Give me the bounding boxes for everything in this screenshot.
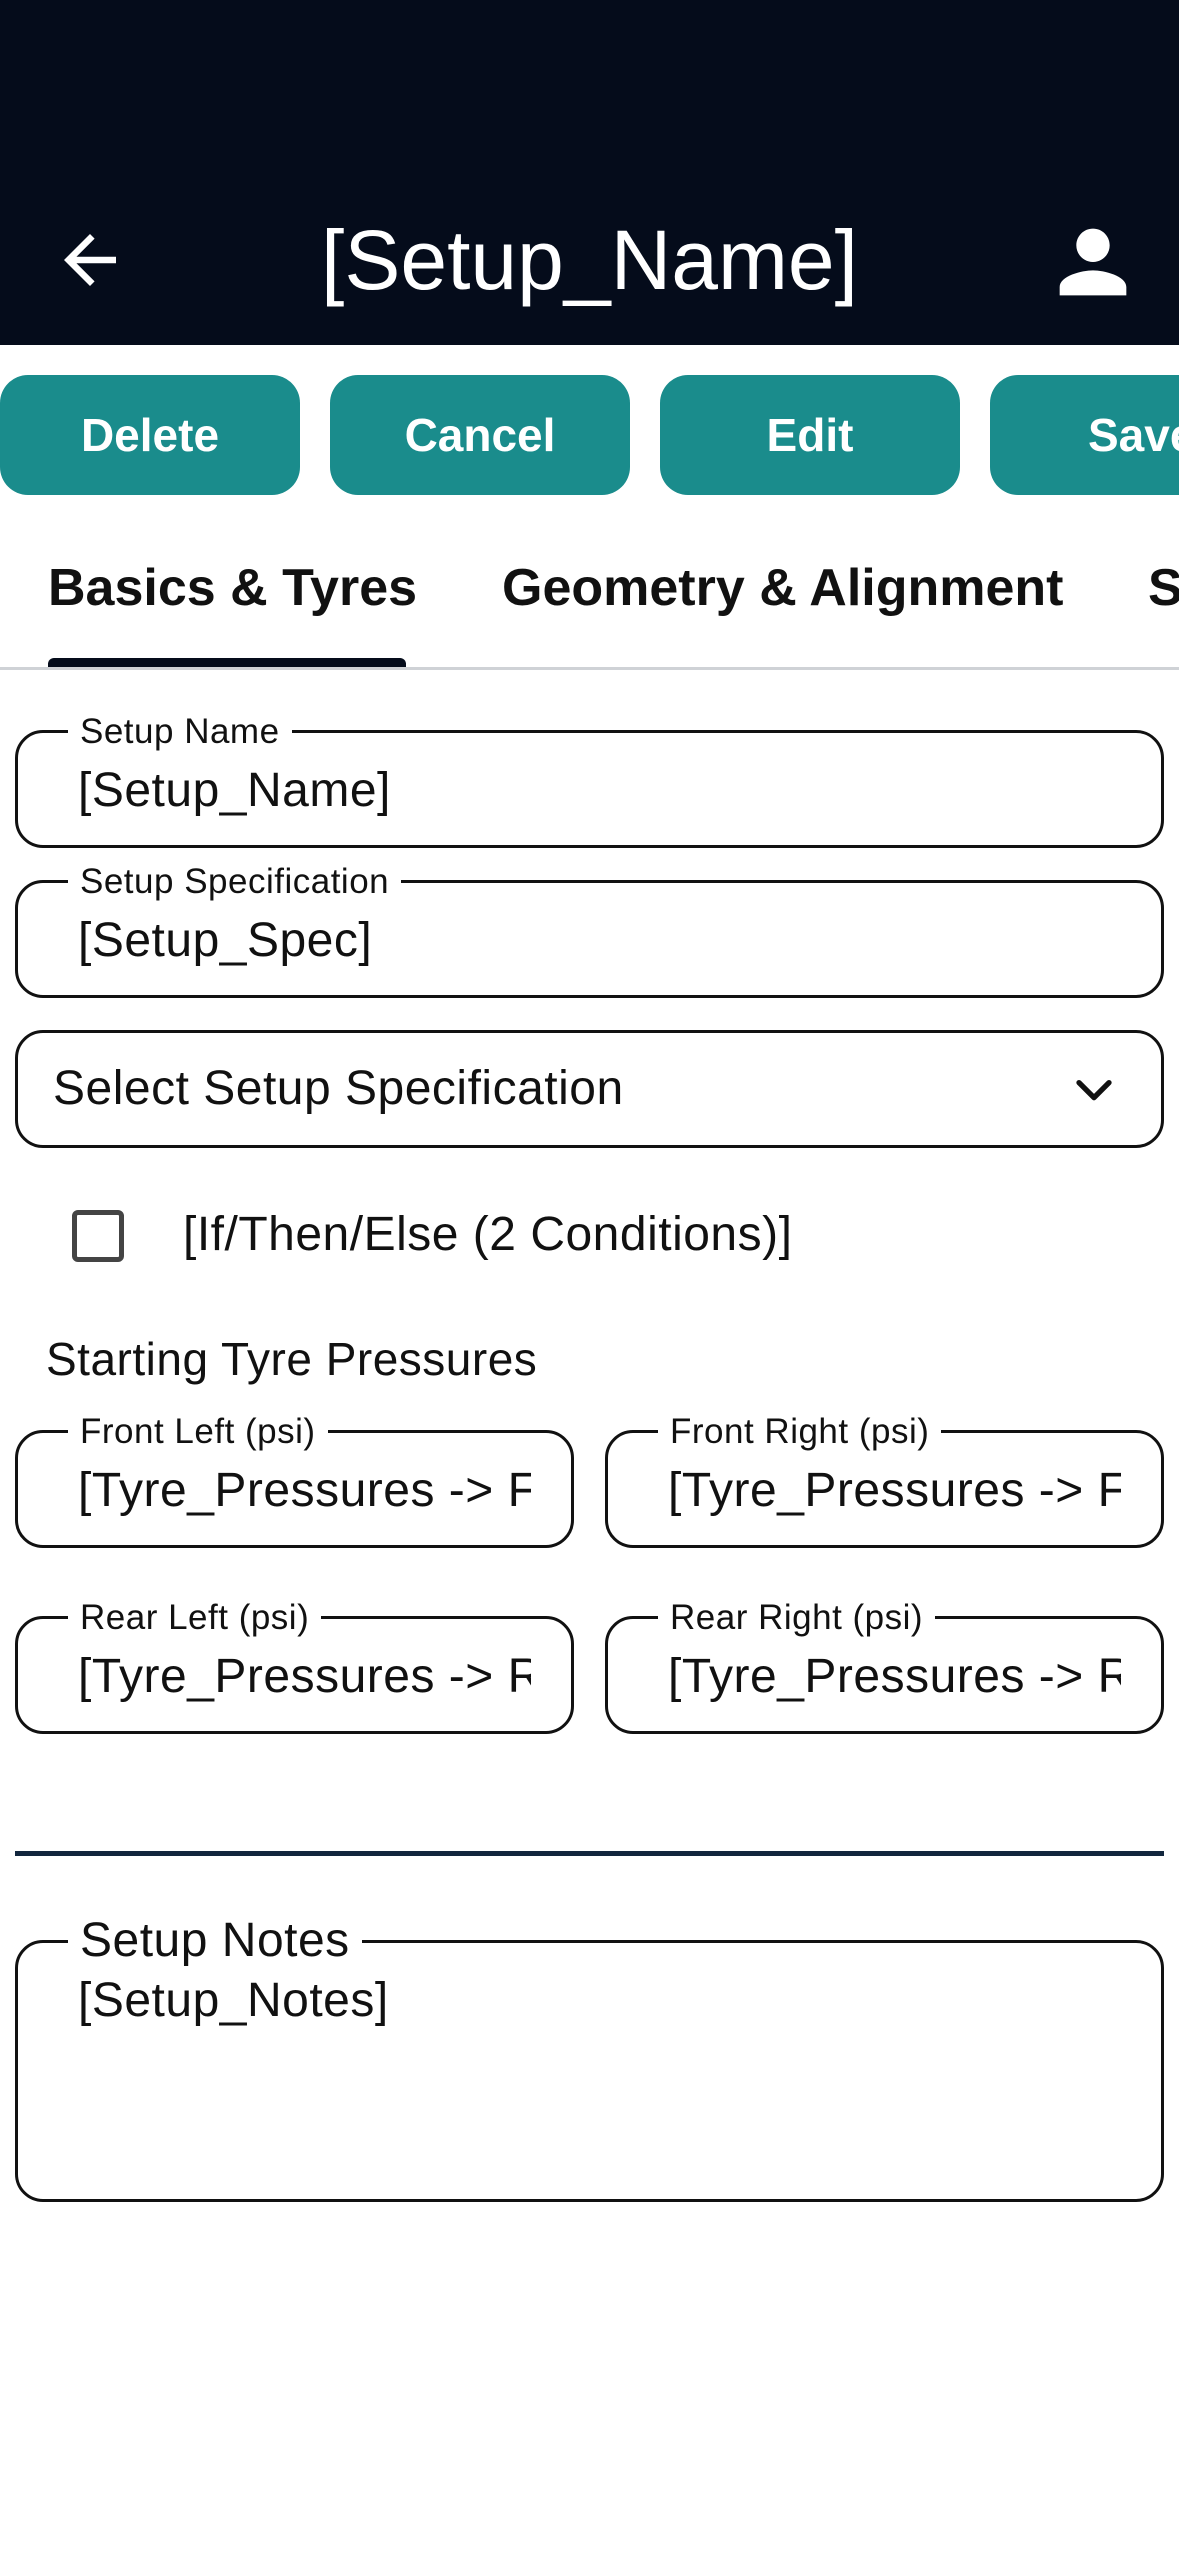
save-button[interactable]: Save xyxy=(990,375,1179,495)
arrow-left-icon xyxy=(64,234,116,286)
tab-next[interactable]: S xyxy=(1148,558,1179,618)
back-button[interactable] xyxy=(40,215,140,305)
rear-right-field[interactable]: Rear Right (psi) [Tyre_Pressures -> RR] xyxy=(605,1599,1164,1734)
setup-name-field[interactable]: Setup Name [Setup_Name] xyxy=(15,713,1164,848)
setup-name-value[interactable]: [Setup_Name] xyxy=(78,763,1121,819)
setup-name-label: Setup Name xyxy=(68,713,292,751)
tab-geometry-alignment[interactable]: Geometry & Alignment xyxy=(502,558,1064,618)
rear-left-value[interactable]: [Tyre_Pressures -> RL] xyxy=(78,1649,531,1705)
delete-button[interactable]: Delete xyxy=(0,375,300,495)
setup-notes-value[interactable]: [Setup_Notes] xyxy=(78,1973,1121,2029)
edit-button[interactable]: Edit xyxy=(660,375,960,495)
action-bar: Delete Cancel Edit Save xyxy=(0,375,1179,495)
setup-notes-label: Setup Notes xyxy=(68,1915,362,1967)
setup-spec-select-value: Select Setup Specification xyxy=(53,1062,624,1115)
rear-left-field[interactable]: Rear Left (psi) [Tyre_Pressures -> RL] xyxy=(15,1599,574,1734)
person-icon xyxy=(1059,228,1126,296)
section-divider xyxy=(15,1851,1164,1856)
profile-button[interactable] xyxy=(1040,212,1145,312)
tab-basics-tyres[interactable]: Basics & Tyres xyxy=(48,558,417,618)
front-right-value[interactable]: [Tyre_Pressures -> FR] xyxy=(668,1463,1121,1519)
condition-checkbox-label: [If/Then/Else (2 Conditions)] xyxy=(183,1208,793,1261)
condition-checkbox-row: [If/Then/Else (2 Conditions)] xyxy=(60,1190,1060,1290)
cancel-button[interactable]: Cancel xyxy=(330,375,630,495)
setup-spec-field[interactable]: Setup Specification [Setup_Spec] xyxy=(15,863,1164,998)
front-left-label: Front Left (psi) xyxy=(68,1413,328,1451)
chevron-down-icon xyxy=(1076,1080,1112,1101)
tyre-pressures-heading: Starting Tyre Pressures xyxy=(46,1333,538,1385)
tab-bar: Basics & Tyres Geometry & Alignment S xyxy=(0,530,1179,670)
front-right-label: Front Right (psi) xyxy=(658,1413,942,1451)
rear-right-label: Rear Right (psi) xyxy=(658,1599,936,1637)
setup-spec-label: Setup Specification xyxy=(68,863,402,901)
setup-notes-field[interactable]: Setup Notes [Setup_Notes] xyxy=(15,1915,1164,2202)
front-left-value[interactable]: [Tyre_Pressures -> FL] xyxy=(78,1463,531,1519)
rear-left-label: Rear Left (psi) xyxy=(68,1599,322,1637)
condition-checkbox[interactable] xyxy=(72,1210,124,1262)
rear-right-value[interactable]: [Tyre_Pressures -> RR] xyxy=(668,1649,1121,1705)
front-left-field[interactable]: Front Left (psi) [Tyre_Pressures -> FL] xyxy=(15,1413,574,1548)
active-tab-indicator xyxy=(48,658,406,667)
app-bar: [Setup_Name] xyxy=(0,0,1179,345)
front-right-field[interactable]: Front Right (psi) [Tyre_Pressures -> FR] xyxy=(605,1413,1164,1548)
page-title: [Setup_Name] xyxy=(321,213,858,307)
setup-spec-select[interactable]: Select Setup Specification xyxy=(15,1030,1164,1148)
setup-spec-value[interactable]: [Setup_Spec] xyxy=(78,913,1121,969)
